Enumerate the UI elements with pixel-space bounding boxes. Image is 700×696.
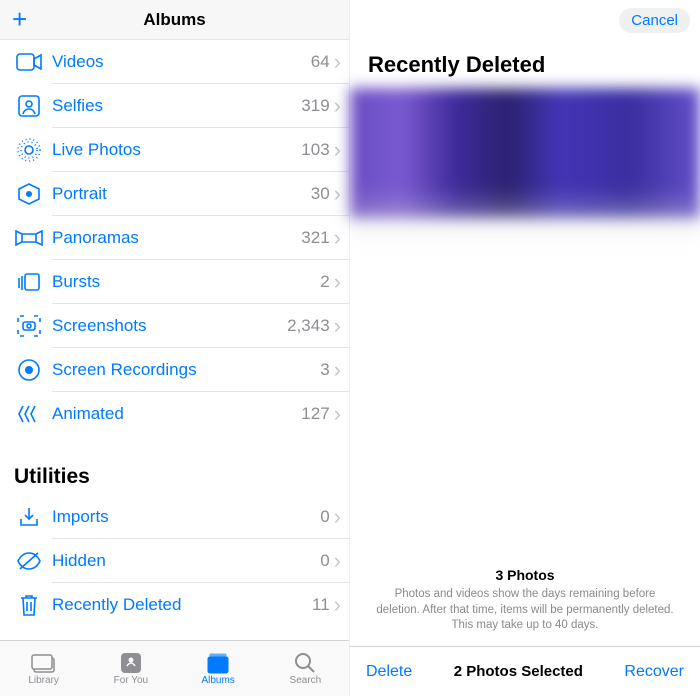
screenshots-icon <box>14 311 44 341</box>
row-count: 319 <box>301 96 329 116</box>
live-photos-icon <box>14 135 44 165</box>
utilities-section-title: Utilities <box>0 435 349 495</box>
chevron-right-icon: › <box>334 137 341 163</box>
right-header: Cancel <box>350 0 700 40</box>
tab-label: Library <box>28 675 59 686</box>
row-videos[interactable]: Videos 64 › <box>0 40 349 83</box>
row-label: Videos <box>52 52 311 72</box>
row-count: 30 <box>311 184 330 204</box>
row-screenshots[interactable]: Screenshots 2,343 › <box>0 304 349 347</box>
selfies-icon <box>14 91 44 121</box>
chevron-right-icon: › <box>334 592 341 618</box>
row-count: 64 <box>311 52 330 72</box>
row-live-photos[interactable]: Live Photos 103 › <box>0 128 349 171</box>
info-block: 3 Photos Photos and videos show the days… <box>350 567 700 646</box>
screen-recordings-icon <box>14 355 44 385</box>
tab-label: For You <box>114 675 148 686</box>
tab-albums[interactable]: Albums <box>175 641 262 696</box>
row-label: Screen Recordings <box>52 360 320 380</box>
tab-search[interactable]: Search <box>262 641 349 696</box>
panorama-icon <box>14 223 44 253</box>
row-count: 0 <box>320 507 329 527</box>
row-count: 0 <box>320 551 329 571</box>
row-label: Screenshots <box>52 316 287 336</box>
row-count: 103 <box>301 140 329 160</box>
recently-deleted-pane: Cancel Recently Deleted 3 Photos Photos … <box>350 0 700 696</box>
albums-icon <box>205 652 231 674</box>
row-label: Selfies <box>52 96 301 116</box>
row-count: 2,343 <box>287 316 330 336</box>
tab-bar: Library For You Albums Search <box>0 640 349 696</box>
delete-button[interactable]: Delete <box>366 663 412 681</box>
row-label: Live Photos <box>52 140 301 160</box>
chevron-right-icon: › <box>334 225 341 251</box>
selection-count: 2 Photos Selected <box>412 663 624 680</box>
imports-icon <box>14 502 44 532</box>
cancel-button[interactable]: Cancel <box>619 8 690 33</box>
row-count: 321 <box>301 228 329 248</box>
row-label: Hidden <box>52 551 320 571</box>
hidden-icon <box>14 546 44 576</box>
row-selfies[interactable]: Selfies 319 › <box>0 84 349 127</box>
trash-icon <box>14 590 44 620</box>
row-portrait[interactable]: Portrait 30 › <box>0 172 349 215</box>
row-label: Bursts <box>52 272 320 292</box>
tab-library[interactable]: Library <box>0 641 87 696</box>
chevron-right-icon: › <box>334 504 341 530</box>
page-title: Albums <box>0 10 349 30</box>
row-hidden[interactable]: Hidden 0 › <box>0 539 349 582</box>
albums-pane: + Albums Videos 64 › Selfies 319 › L <box>0 0 350 696</box>
tab-for-you[interactable]: For You <box>87 641 174 696</box>
row-count: 11 <box>312 595 330 615</box>
row-label: Portrait <box>52 184 311 204</box>
animated-icon <box>14 399 44 429</box>
row-label: Panoramas <box>52 228 301 248</box>
chevron-right-icon: › <box>334 357 341 383</box>
chevron-right-icon: › <box>334 181 341 207</box>
portrait-icon <box>14 179 44 209</box>
tab-label: Albums <box>201 675 234 686</box>
info-description: Photos and videos show the days remainin… <box>374 587 676 634</box>
recently-deleted-title: Recently Deleted <box>350 40 700 88</box>
selection-toolbar: Delete 2 Photos Selected Recover <box>350 646 700 696</box>
photo-thumbnails[interactable] <box>350 88 700 218</box>
albums-header: + Albums <box>0 0 349 40</box>
bursts-icon <box>14 267 44 297</box>
row-label: Recently Deleted <box>52 595 312 615</box>
row-bursts[interactable]: Bursts 2 › <box>0 260 349 303</box>
search-icon <box>292 652 318 674</box>
row-panoramas[interactable]: Panoramas 321 › <box>0 216 349 259</box>
chevron-right-icon: › <box>334 269 341 295</box>
tab-label: Search <box>290 675 322 686</box>
row-count: 2 <box>320 272 329 292</box>
row-label: Animated <box>52 404 301 424</box>
row-count: 127 <box>301 404 329 424</box>
row-screen-recordings[interactable]: Screen Recordings 3 › <box>0 348 349 391</box>
row-imports[interactable]: Imports 0 › <box>0 495 349 538</box>
video-icon <box>14 47 44 77</box>
add-button[interactable]: + <box>0 4 39 35</box>
albums-list: Videos 64 › Selfies 319 › Live Photos 10… <box>0 40 349 640</box>
library-icon <box>31 652 57 674</box>
row-animated[interactable]: Animated 127 › <box>0 392 349 435</box>
row-label: Imports <box>52 507 320 527</box>
chevron-right-icon: › <box>334 49 341 75</box>
photo-count: 3 Photos <box>374 567 676 583</box>
chevron-right-icon: › <box>334 548 341 574</box>
recover-button[interactable]: Recover <box>624 663 684 681</box>
chevron-right-icon: › <box>334 313 341 339</box>
for-you-icon <box>118 652 144 674</box>
chevron-right-icon: › <box>334 93 341 119</box>
chevron-right-icon: › <box>334 401 341 427</box>
row-recently-deleted[interactable]: Recently Deleted 11 › <box>0 583 349 626</box>
row-count: 3 <box>320 360 329 380</box>
